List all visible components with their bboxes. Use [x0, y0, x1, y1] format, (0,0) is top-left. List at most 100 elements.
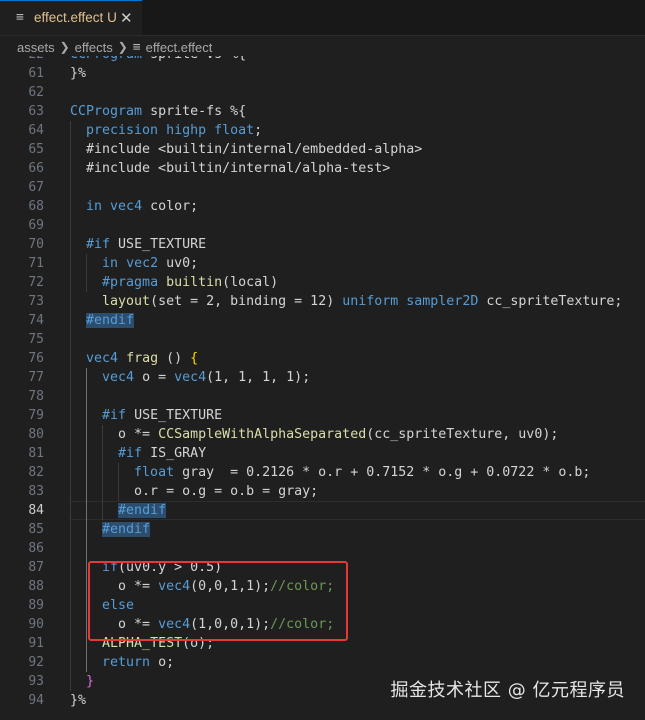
line-number: 76 [28, 351, 44, 366]
chevron-right-icon: ❯ [59, 40, 70, 54]
code-line[interactable]: #include <builtin/internal/alpha-test> [70, 159, 645, 178]
code-line[interactable]: #endif [70, 311, 645, 330]
code-line[interactable] [70, 387, 645, 406]
code-token: #endif [86, 313, 135, 328]
line-number: 81 [28, 446, 44, 461]
code-line[interactable] [70, 178, 645, 197]
code-token: #include <builtin/internal/alpha-test> [70, 161, 391, 176]
watermark: 掘金技术社区 @ 亿元程序员 [390, 680, 625, 701]
line-number: 93 [28, 674, 44, 689]
breadcrumb-assets[interactable]: assets [17, 40, 55, 55]
code-line[interactable]: vec4 o = vec4(1, 1, 1, 1); [70, 368, 645, 387]
code-token: o; [150, 655, 175, 670]
line-number: 90 [28, 617, 44, 632]
line-number: 68 [28, 199, 44, 214]
line-number: 64 [28, 123, 44, 138]
code-token: IS_GRAY [142, 446, 207, 461]
code-line[interactable]: #if USE_TEXTURE [70, 406, 645, 425]
code-line[interactable] [70, 83, 645, 102]
code-line[interactable]: CCProgram sprite-fs %{ [70, 102, 645, 121]
code-line[interactable]: o.r = o.g = o.b = gray; [70, 482, 645, 501]
code-line[interactable]: #if USE_TEXTURE [70, 235, 645, 254]
code-token: vec4 [174, 370, 207, 385]
code-token: (set = 2, binding = 12) [150, 294, 343, 309]
code-token: (cc_spriteTexture, uv0); [366, 427, 559, 442]
code-token: USE_TEXTURE [126, 408, 223, 423]
code-token: sampler2D [406, 294, 479, 309]
code-line[interactable] [70, 216, 645, 235]
code-token: USE_TEXTURE [110, 237, 207, 252]
line-number-gutter: 22 61 62 63 64 65 66 67 68 69 70 71 72 73 74 75 76 77 78 79… [0, 56, 44, 710]
breadcrumb-file[interactable]: effect.effect [146, 40, 213, 55]
code-line[interactable] [70, 539, 645, 558]
code-line[interactable] [70, 330, 645, 349]
line-number: 22 [0, 56, 44, 64]
code-token: }% [70, 693, 87, 708]
code-token: gray = 0.2126 * o.r + 0.7152 * o.g + 0.0… [174, 465, 591, 480]
code-token: builtin [166, 275, 223, 290]
code-token: #pragma [102, 275, 159, 290]
code-token: highp [166, 123, 207, 138]
code-token: () [158, 351, 191, 366]
line-number: 77 [28, 370, 44, 385]
code-line[interactable]: in vec2 uv0; [70, 254, 645, 273]
code-line[interactable]: vec4 frag () { [70, 349, 645, 368]
code-line[interactable]: float gray = 0.2126 * o.r + 0.7152 * o.g… [70, 463, 645, 482]
code-token: uv0; [158, 256, 199, 271]
code-line[interactable]: #if IS_GRAY [70, 444, 645, 463]
tab-effect-effect[interactable]: ≡ effect.effect U ✕ [0, 0, 142, 35]
close-icon[interactable]: ✕ [120, 9, 133, 27]
code-line[interactable]: layout(set = 2, binding = 12) uniform sa… [70, 292, 645, 311]
code-line[interactable]: #endif [70, 520, 645, 539]
line-number: 88 [28, 579, 44, 594]
tab-status: U [107, 10, 117, 25]
code-token: precision [86, 123, 159, 138]
code-line[interactable]: #include <builtin/internal/embedded-alph… [70, 140, 645, 159]
code-line[interactable]: precision highp float; [70, 121, 645, 140]
code-token: layout [102, 294, 151, 309]
code-token: vec2 [126, 256, 159, 271]
line-number: 86 [28, 541, 44, 556]
code-token: sprite-vs %{ [142, 56, 246, 62]
line-number: 75 [28, 332, 44, 347]
code-token: in [102, 256, 119, 271]
code-line[interactable]: CCProgram sprite-vs %{ [70, 56, 645, 64]
code-token: #endif [102, 522, 151, 537]
code-token: vec4 [102, 370, 135, 385]
code-line[interactable]: }% [70, 64, 645, 83]
code-editor[interactable]: 22 61 62 63 64 65 66 67 68 69 70 71 72 73 74 75 76 77 78 79… [0, 56, 645, 720]
code-token: return [102, 655, 151, 670]
breadcrumb-effects[interactable]: effects [75, 40, 113, 55]
code-token: }% [70, 66, 87, 81]
chevron-right-icon: ❯ [117, 40, 128, 54]
code-line[interactable]: #endif [70, 501, 645, 520]
code-token: { [190, 351, 199, 366]
code-line[interactable]: in vec4 color; [70, 197, 645, 216]
code-line[interactable]: return o; [70, 653, 645, 672]
code-line[interactable]: o *= CCSampleWithAlphaSeparated(cc_sprit… [70, 425, 645, 444]
code-token: CCProgram [70, 104, 143, 119]
line-number: 85 [28, 522, 44, 537]
code-line[interactable]: #pragma builtin(local) [70, 273, 645, 292]
code-token: #include <builtin/internal/embedded-alph… [70, 142, 423, 157]
line-number: 66 [28, 161, 44, 176]
line-number: 83 [28, 484, 44, 499]
code-token: vec4 [110, 199, 143, 214]
code-token: #endif [118, 503, 167, 518]
line-number: 71 [28, 256, 44, 271]
line-number: 91 [28, 636, 44, 651]
indent-guide [86, 368, 87, 672]
line-number: 74 [28, 313, 44, 328]
